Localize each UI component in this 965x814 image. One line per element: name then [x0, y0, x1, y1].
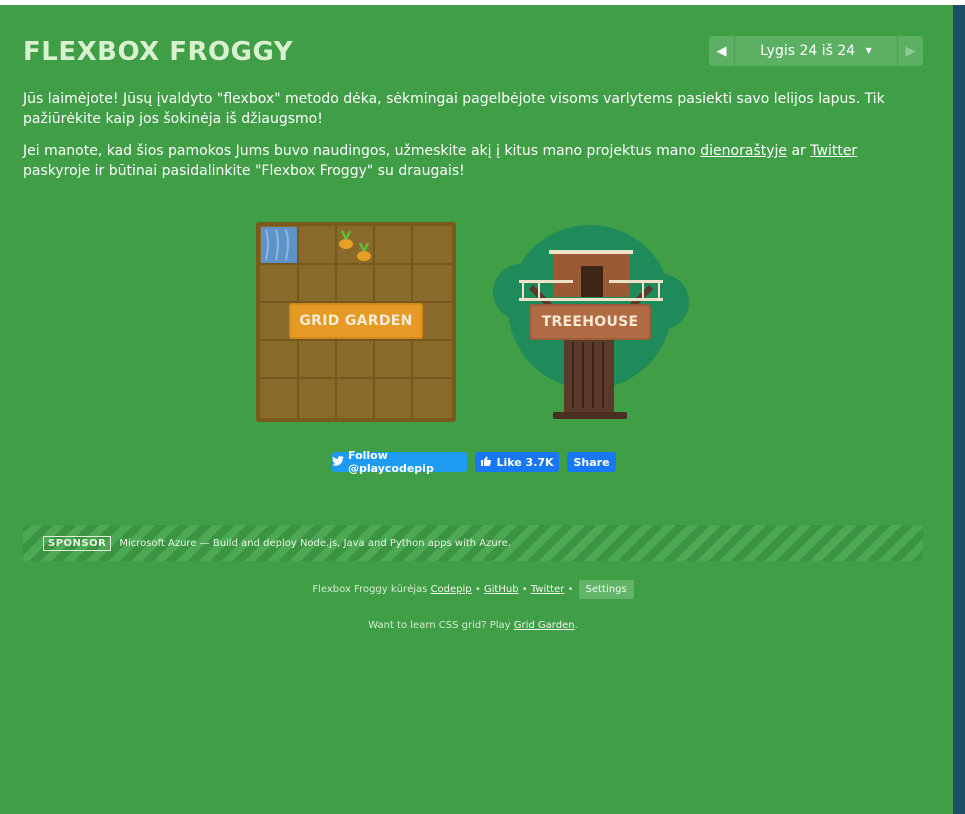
caret-down-icon: ▼: [865, 46, 872, 55]
twitter-follow-button[interactable]: Follow @playcodepip: [332, 449, 467, 475]
sponsor-bar[interactable]: SPONSOR Microsoft Azure — Build and depl…: [23, 525, 923, 561]
facebook-share-button[interactable]: Share: [567, 452, 616, 472]
treehouse-promo[interactable]: TREEHOUSE: [491, 222, 691, 422]
twitter-link[interactable]: Twitter: [810, 143, 857, 159]
codepip-link[interactable]: Codepip: [431, 584, 472, 595]
logo[interactable]: FLEXBOX FROGGY: [23, 37, 293, 67]
like-count: 3.7K: [525, 455, 554, 469]
grid-garden-promo[interactable]: GRID GARDEN: [256, 222, 456, 422]
twitter-bird-icon: [332, 455, 344, 469]
grid-garden-link[interactable]: Grid Garden: [514, 620, 575, 631]
triangle-left-icon: ◀: [716, 43, 727, 59]
facebook-like-button[interactable]: Like 3.7K: [475, 452, 559, 472]
footer-grid-garden: Want to learn CSS grid? Play Grid Garden…: [23, 620, 923, 631]
share-text-1: Jei manote, kad šios pamokos Jums buvo n…: [23, 143, 701, 159]
win-message: Jūs laimėjote! Jūsų įvaldyto "flexbox" m…: [23, 91, 885, 127]
thumbs-up-icon: [480, 455, 492, 470]
settings-button[interactable]: Settings: [578, 580, 634, 599]
footer-credit: Flexbox Froggy kūrėjas: [312, 584, 431, 595]
sponsor-badge: SPONSOR: [43, 535, 112, 551]
footer-separator: •: [564, 584, 577, 595]
treehouse-button[interactable]: TREEHOUSE: [529, 304, 651, 340]
right-editor-edge: [953, 5, 965, 814]
share-text-2: ar: [787, 143, 811, 159]
like-label: Like: [496, 455, 522, 469]
triangle-right-icon: ▶: [905, 43, 916, 59]
footer2-period: .: [574, 620, 578, 631]
level-navigation: ◀ Lygis 24 iš 24 ▼ ▶: [709, 36, 923, 66]
level-selector[interactable]: Lygis 24 iš 24 ▼: [735, 43, 897, 59]
footer-separator: •: [471, 584, 484, 595]
next-level-button[interactable]: ▶: [897, 36, 923, 66]
share-message: Jei manote, kad šios pamokos Jums buvo n…: [23, 141, 913, 181]
footer2-text: Want to learn CSS grid? Play: [368, 620, 514, 631]
footer-twitter-link[interactable]: Twitter: [531, 584, 565, 595]
share-text-3: paskyroje ir būtinai pasidalinkite "Flex…: [23, 163, 465, 179]
twitter-follow-label: Follow @playcodepip: [348, 449, 434, 475]
level-indicator: Lygis 24 iš 24: [760, 43, 856, 59]
main-content: FLEXBOX FROGGY ◀ Lygis 24 iš 24 ▼ ▶ Jūs …: [23, 5, 923, 814]
footer: Flexbox Froggy kūrėjas Codepip • GitHub …: [23, 580, 923, 599]
grid-garden-button[interactable]: GRID GARDEN: [289, 303, 423, 339]
blog-link[interactable]: dienoraštyje: [700, 143, 787, 159]
github-link[interactable]: GitHub: [484, 584, 519, 595]
footer-separator: •: [518, 584, 531, 595]
prev-level-button[interactable]: ◀: [709, 36, 735, 66]
sponsor-text[interactable]: Microsoft Azure — Build and deploy Node.…: [119, 538, 511, 549]
